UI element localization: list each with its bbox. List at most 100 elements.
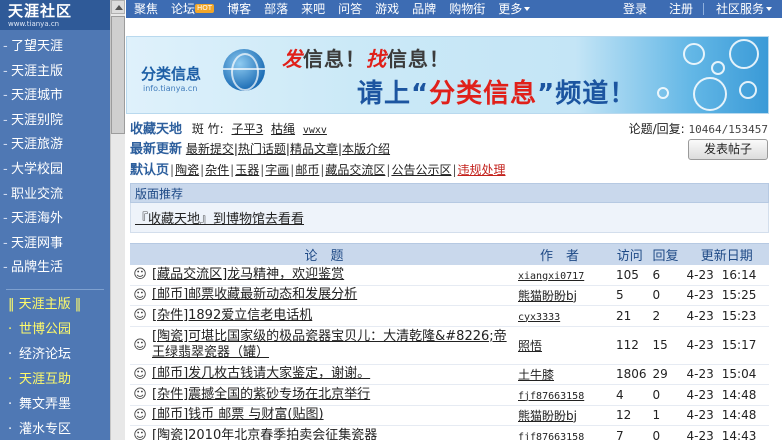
classified-ads-banner[interactable]: 分类信息 info.tianya.cn 发信息！找信息！ 请上“分类信息”频道！ bbox=[126, 36, 769, 114]
sidebar-scrollbar[interactable] bbox=[110, 0, 125, 440]
topnav-item[interactable]: 问答 bbox=[338, 0, 362, 18]
sidebar-item[interactable]: - 天涯海外 bbox=[0, 207, 110, 232]
sidebar-item[interactable]: - 天涯城市 bbox=[0, 84, 110, 109]
sidebar-sub-item[interactable]: · 灌水专区 bbox=[0, 417, 110, 440]
sidebar-sub-item[interactable]: · 天涯互助 bbox=[0, 367, 110, 392]
thread-title-link[interactable]: [杂件]1892爱立信老电话机 bbox=[152, 308, 312, 324]
bullet-icon: · bbox=[8, 346, 13, 362]
category-link[interactable]: 邮币 bbox=[295, 163, 319, 177]
topnav-item[interactable]: 游戏 bbox=[375, 0, 399, 18]
author-link[interactable]: fjf87663158 bbox=[518, 391, 584, 402]
author-link[interactable]: 熊猫盼盼bj bbox=[518, 409, 577, 423]
logo-text: 天涯社区 bbox=[8, 2, 73, 20]
sidebar-sub-item[interactable]: · 经济论坛 bbox=[0, 342, 110, 367]
reply-count: 0 bbox=[646, 285, 685, 306]
topnav-item[interactable]: 博客 bbox=[227, 0, 251, 18]
sidebar-item[interactable]: - 天涯主版 bbox=[0, 60, 110, 85]
bullet-icon: · bbox=[8, 371, 13, 387]
reply-count: 6 bbox=[646, 264, 685, 286]
col-author: 作 者 bbox=[518, 243, 613, 265]
moderator-link[interactable]: vwxv bbox=[303, 125, 327, 136]
recommend-link[interactable]: 『收藏天地』到博物馆去看看 bbox=[135, 212, 304, 227]
thread-title-link[interactable]: [杂件]震撼全国的紫砂专场在北京举行 bbox=[152, 387, 370, 403]
sidebar-item-label: 天涯城市 bbox=[11, 88, 64, 104]
table-row[interactable]: ☺ [杂件]1892爱立信老电话机 cyx3333 21 2 4-23 15:23 bbox=[130, 305, 769, 327]
globe-icon bbox=[223, 49, 265, 91]
table-row[interactable]: ☺ [陶瓷]2010年北京春季拍卖会征集瓷器 fjf87663158 7 0 4-23 14… bbox=[130, 425, 769, 440]
topnav-right-item[interactable]: 登录 bbox=[623, 0, 647, 18]
tianya-logo[interactable]: 天涯社区 www.tianya.cn bbox=[0, 0, 110, 30]
hot-topics-link[interactable]: 热门话题 bbox=[238, 142, 286, 156]
moderator-link[interactable]: 枯绳 bbox=[271, 122, 295, 136]
author-link[interactable]: cyx3333 bbox=[518, 312, 560, 323]
author-link[interactable]: 熊猫盼盼bj bbox=[518, 289, 577, 303]
topnav-item[interactable]: 论坛 HOT bbox=[171, 0, 215, 18]
category-link[interactable]: 陶瓷 bbox=[175, 163, 199, 177]
topnav-right-item[interactable]: 注册 bbox=[669, 0, 693, 18]
table-row[interactable]: ☺ [藏品交流区]龙马精神，欢迎鉴赏 xiangxi0717 105 6 4-23 16:1… bbox=[130, 264, 769, 286]
separator: | bbox=[200, 163, 205, 177]
smiley-icon: ☺ bbox=[130, 425, 150, 440]
topnav-item[interactable]: 品牌 bbox=[412, 0, 436, 18]
smiley-icon: ☺ bbox=[130, 264, 150, 286]
sidebar-item[interactable]: - 大学校园 bbox=[0, 158, 110, 183]
banner-headline: 发信息！找信息！ bbox=[282, 47, 450, 71]
topnav-item[interactable]: 来吧 bbox=[301, 0, 325, 18]
visit-count: 21 bbox=[613, 305, 647, 327]
forum-intro-link[interactable]: 本版介绍 bbox=[342, 142, 390, 156]
topnav-item[interactable]: 更多 bbox=[498, 0, 531, 18]
thread-title-link[interactable]: [邮币]邮票收藏最新动态和发展分析 bbox=[152, 287, 357, 303]
default-page-label[interactable]: 默认页 bbox=[130, 163, 169, 178]
reply-count: 0 bbox=[646, 384, 685, 406]
thread-title-link[interactable]: [藏品交流区]龙马精神，欢迎鉴赏 bbox=[152, 267, 344, 283]
update-date: 4-23 15:23 bbox=[684, 305, 769, 327]
update-date: 4-23 14:48 bbox=[684, 405, 769, 426]
new-post-button[interactable]: 发表帖子 bbox=[688, 139, 768, 160]
table-row[interactable]: ☺ [陶瓷]可堪比国家级的极品瓷器宝贝儿：大清乾隆&#8226;帝王绿翡翠瓷器（罐… bbox=[130, 326, 769, 365]
scroll-thumb[interactable] bbox=[111, 16, 125, 134]
moderators-label: 斑 竹: bbox=[191, 122, 224, 136]
topic-reply-stats: 论题/回复: 10464/153457 bbox=[628, 122, 768, 136]
author-link[interactable]: 土牛膝 bbox=[518, 368, 554, 382]
table-row[interactable]: ☺ [邮币]钱币 邮票 与财富(贴图) 熊猫盼盼bj 12 1 4-23 14:48 bbox=[130, 405, 769, 426]
category-link[interactable]: 藏品交流区 bbox=[325, 163, 385, 177]
category-link[interactable]: 公告公示区 bbox=[391, 163, 451, 177]
category-link[interactable]: 字画 bbox=[265, 163, 289, 177]
thread-title-link[interactable]: [陶瓷]可堪比国家级的极品瓷器宝贝儿：大清乾隆&#8226;帝王绿翡翠瓷器（罐） bbox=[152, 329, 518, 361]
topnav-item[interactable]: 购物街 bbox=[449, 0, 485, 18]
visit-count: 12 bbox=[613, 405, 647, 426]
author-link[interactable]: xiangxi0717 bbox=[518, 271, 584, 282]
table-row[interactable]: ☺ [邮币]邮票收藏最新动态和发展分析 熊猫盼盼bj 5 0 4-23 15:25 bbox=[130, 285, 769, 306]
sidebar-sub-header[interactable]: ‖ 天涯主版 ‖ bbox=[0, 292, 110, 317]
sidebar-item[interactable]: - 天涯别院 bbox=[0, 109, 110, 134]
visit-count: 5 bbox=[613, 285, 647, 306]
category-link-active[interactable]: 违规处理 bbox=[458, 163, 506, 177]
sidebar-item[interactable]: - 了望天涯 bbox=[0, 35, 110, 60]
sidebar-item[interactable]: - 职业交流 bbox=[0, 183, 110, 208]
thread-title-link[interactable]: [邮币]钱币 邮票 与财富(贴图) bbox=[152, 407, 324, 423]
sidebar-item[interactable]: - 品牌生活 bbox=[0, 256, 110, 281]
scroll-up-arrow-icon[interactable] bbox=[111, 0, 125, 14]
table-row[interactable]: ☺ [邮币]发几枚古钱请大家鉴定，谢谢。 土牛膝 1806 29 4-23 15:04 bbox=[130, 364, 769, 385]
visit-count: 7 bbox=[613, 425, 647, 440]
sidebar-nav: - 了望天涯 - 天涯主版 - 天涯城市 - 天涯别院 - 天涯旅游 - 大学校园 - 职业交流 - 天涯海外… bbox=[0, 30, 110, 281]
author-link[interactable]: 照悟 bbox=[518, 339, 542, 353]
author-link[interactable]: fjf87663158 bbox=[518, 432, 584, 440]
featured-link[interactable]: 精品文章 bbox=[290, 142, 338, 156]
sidebar-item[interactable]: - 天涯网事 bbox=[0, 232, 110, 257]
thread-title-link[interactable]: [邮币]发几枚古钱请大家鉴定，谢谢。 bbox=[152, 366, 370, 382]
topnav-item[interactable]: 聚焦 bbox=[134, 0, 158, 18]
topnav-right-item[interactable]: 社区服务 bbox=[716, 0, 772, 18]
topnav-item[interactable]: 部落 bbox=[264, 0, 288, 18]
thread-title-link[interactable]: [陶瓷]2010年北京春季拍卖会征集瓷器 bbox=[152, 428, 377, 440]
table-row[interactable]: ☺ [杂件]震撼全国的紫砂专场在北京举行 fjf87663158 4 0 4-23 14:4… bbox=[130, 384, 769, 406]
sidebar-sub-item[interactable]: · 世博公园 bbox=[0, 317, 110, 342]
category-link[interactable]: 玉器 bbox=[235, 163, 259, 177]
category-link[interactable]: 杂件 bbox=[205, 163, 229, 177]
sidebar-sub-item[interactable]: · 舞文弄墨 bbox=[0, 392, 110, 417]
dash-icon: - bbox=[3, 39, 8, 54]
bullet-icon: · bbox=[8, 421, 13, 437]
moderator-link[interactable]: 子平3 bbox=[232, 122, 264, 136]
sidebar-item[interactable]: - 天涯旅游 bbox=[0, 133, 110, 158]
latest-link[interactable]: 最新提交 bbox=[186, 142, 234, 156]
